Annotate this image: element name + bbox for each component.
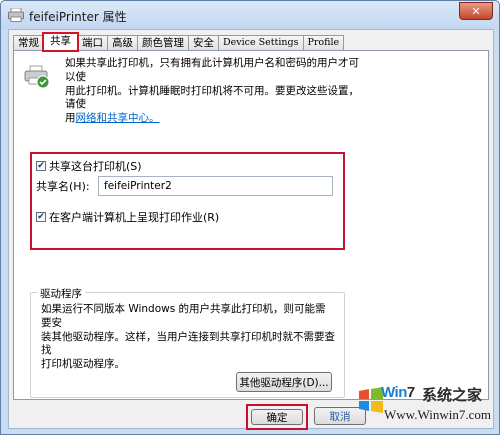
share-name-input[interactable]: feifeiPrinter2	[98, 176, 333, 196]
tab-color-management[interactable]: 颜色管理	[137, 35, 189, 50]
tab-ports[interactable]: 端口	[77, 35, 108, 50]
sharing-description: 如果共享此打印机，只有拥有此计算机用户名和密码的用户才可以使 用此打印机。计算机…	[65, 57, 365, 126]
render-jobs-label: 在客户端计算机上呈现打印作业(R)	[49, 211, 220, 224]
watermark-brand-cn: 系统之家	[422, 386, 483, 404]
drivers-legend: 驱动程序	[37, 286, 85, 301]
tab-sharing[interactable]: 共享	[42, 32, 79, 52]
share-settings-highlight: ✔ 共享这台打印机(S) 共享名(H): feifeiPrinter2 ✔ 在客…	[30, 152, 345, 250]
description-line: 用此打印机。计算机睡眠时打印机将不可用。要更改这些设置，请使	[65, 84, 359, 111]
tab-advanced[interactable]: 高级	[107, 35, 138, 50]
drivers-line: 如果运行不同版本 Windows 的用户共享此打印机，则可能需要安	[41, 303, 326, 329]
additional-drivers-button[interactable]: 其他驱动程序(D)...	[236, 372, 332, 392]
drivers-line: 打印机驱动程序。	[41, 358, 125, 371]
ok-button-highlight: 确定	[246, 404, 308, 430]
share-name-label: 共享名(H):	[36, 180, 90, 193]
watermark-seven: 7	[406, 384, 415, 401]
tab-strip: 常规 共享 端口 高级 颜色管理 安全 Device Settings Prof…	[13, 32, 345, 52]
share-printer-row: ✔ 共享这台打印机(S)	[36, 158, 142, 174]
title-bar: feifeiPrinter 属性 ✕	[1, 1, 499, 29]
render-jobs-checkbox[interactable]: ✔	[36, 212, 46, 222]
sharing-panel: 如果共享此打印机，只有拥有此计算机用户名和密码的用户才可以使 用此打印机。计算机…	[13, 50, 489, 400]
watermark-url: Www.Winwin7.com	[384, 407, 491, 422]
watermark-brand: Win7	[381, 384, 415, 401]
close-button[interactable]: ✕	[459, 2, 493, 20]
description-line: 用网络和共享中心。	[65, 112, 365, 126]
drivers-line: 装其他驱动程序。这样，当用户连接到共享打印机时就不需要查找	[41, 330, 335, 357]
description-prefix: 用	[65, 112, 76, 125]
shared-printer-icon	[24, 65, 50, 89]
watermark-win: Win	[381, 384, 407, 401]
render-jobs-row: ✔ 在客户端计算机上呈现打印作业(R)	[36, 209, 219, 225]
tab-security[interactable]: 安全	[188, 35, 219, 50]
drivers-description: 如果运行不同版本 Windows 的用户共享此打印机，则可能需要安 装其他驱动程…	[41, 303, 335, 372]
share-name-row: 共享名(H): feifeiPrinter2	[36, 176, 333, 196]
network-sharing-center-link[interactable]: 网络和共享中心。	[76, 112, 160, 124]
share-printer-label: 共享这台打印机(S)	[49, 160, 142, 173]
printer-icon	[8, 8, 24, 22]
description-line: 如果共享此打印机，只有拥有此计算机用户名和密码的用户才可以使	[65, 57, 359, 83]
ok-button[interactable]: 确定	[251, 409, 303, 425]
properties-window: feifeiPrinter 属性 ✕ 常规 共享 端口 高级 颜色管理 安全 D…	[0, 0, 500, 435]
window-title: feifeiPrinter 属性	[29, 10, 127, 24]
share-printer-checkbox[interactable]: ✔	[36, 161, 46, 171]
tab-device-settings[interactable]: Device Settings	[218, 35, 304, 50]
dialog-client: 常规 共享 端口 高级 颜色管理 安全 Device Settings Prof…	[8, 29, 494, 430]
site-watermark: Win7 系统之家 Www.Winwin7.com	[356, 381, 496, 431]
tab-general[interactable]: 常规	[13, 35, 44, 50]
tab-profile[interactable]: Profile	[302, 35, 345, 50]
drivers-group: 驱动程序 如果运行不同版本 Windows 的用户共享此打印机，则可能需要安 装…	[30, 286, 345, 398]
